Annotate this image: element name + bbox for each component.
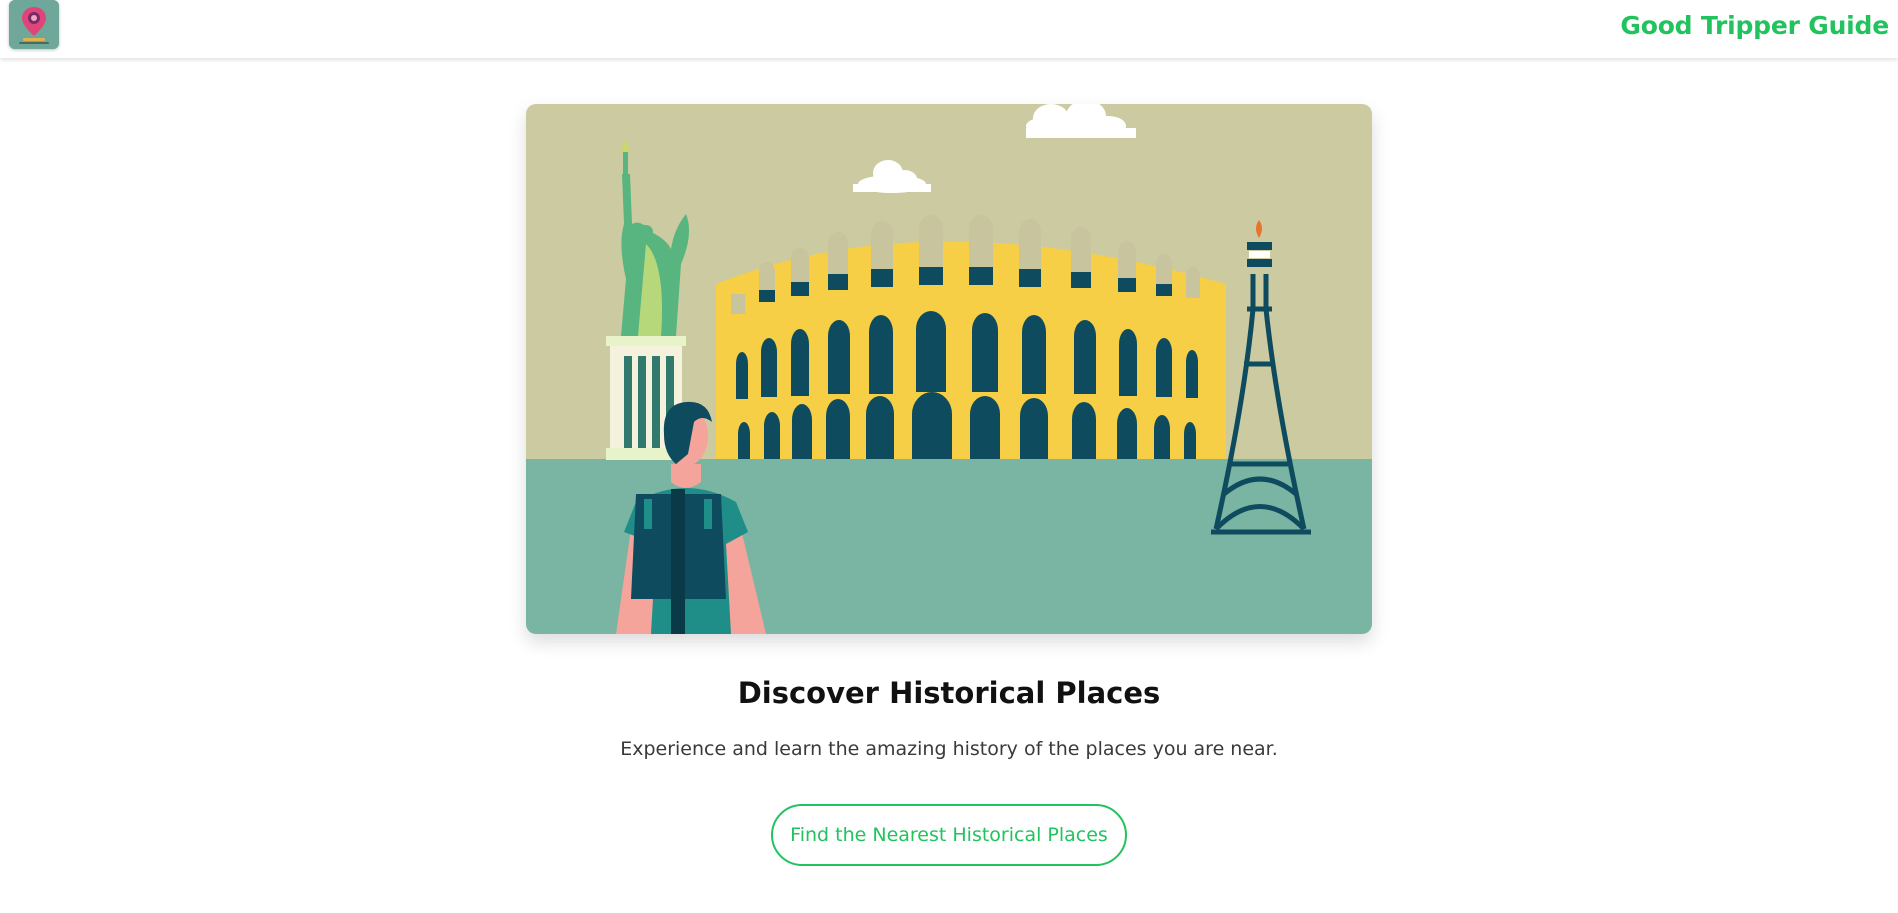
historical-landmarks-illustration (526, 104, 1372, 634)
page-subtitle: Experience and learn the amazing history… (620, 738, 1278, 760)
top-navigation-bar: Good Tripper Guide (0, 0, 1898, 58)
brand-title[interactable]: Good Tripper Guide (1620, 11, 1889, 40)
map-pin-logo-icon[interactable] (9, 0, 59, 49)
page-title: Discover Historical Places (737, 676, 1161, 710)
find-nearest-places-button[interactable]: Find the Nearest Historical Places (771, 804, 1127, 866)
hero-image (526, 104, 1372, 634)
